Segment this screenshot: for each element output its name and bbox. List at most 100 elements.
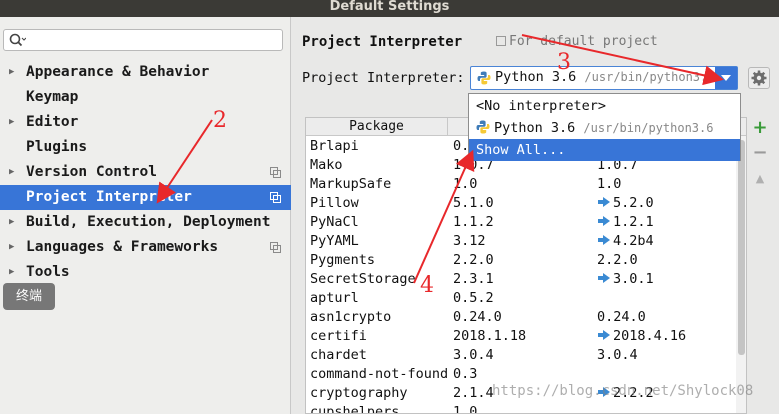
table-row[interactable]: Pygments 2.2.0 2.2.0	[306, 251, 736, 270]
package-name: apturl	[310, 289, 359, 308]
chevron-right-icon[interactable]: ▶	[9, 160, 14, 185]
package-version: 1.0	[453, 175, 477, 194]
sidebar-item-build-execution-deployment[interactable]: ▶ Build, Execution, Deployment	[0, 210, 291, 235]
upgrade-arrow-icon	[598, 273, 610, 283]
package-name-text: Mako	[310, 157, 343, 173]
chevron-right-icon[interactable]: ▶	[9, 210, 14, 235]
sidebar-item-languages-frameworks[interactable]: ▶ Languages & Frameworks	[0, 235, 291, 260]
sidebar-item-tools[interactable]: ▶ Tools	[0, 260, 291, 285]
interpreter-path: /usr/bin/python3.6	[584, 70, 715, 84]
sidebar-item-editor[interactable]: ▶ Editor	[0, 110, 291, 135]
gear-icon	[751, 70, 767, 86]
package-version: 1.0	[453, 403, 477, 413]
package-latest-text: 1.2.1	[613, 214, 654, 230]
sidebar-item-version-control[interactable]: ▶ Version Control	[0, 160, 291, 185]
table-row[interactable]: PyNaCl 1.1.2 1.2.1	[306, 213, 736, 232]
table-scrollbar[interactable]	[736, 136, 746, 413]
package-name: chardet	[310, 346, 367, 365]
sidebar-item-keymap[interactable]: Keymap	[0, 85, 291, 110]
interpreter-settings-button[interactable]	[748, 67, 770, 89]
package-version: 0.24.0	[453, 308, 502, 327]
option-path: /usr/bin/python3.6	[583, 121, 714, 135]
search-input[interactable]	[28, 31, 278, 49]
package-name: cupshelpers	[310, 403, 399, 413]
upgrade-package-button[interactable]: ▲	[752, 171, 768, 187]
package-latest: 3.0.1	[597, 270, 654, 289]
package-version: 2018.1.18	[453, 327, 526, 346]
package-version-text: 2018.1.18	[453, 328, 527, 344]
chevron-right-icon[interactable]: ▶	[9, 110, 14, 135]
default-project-label: For default project	[509, 34, 658, 49]
package-name: PyNaCl	[310, 213, 359, 232]
table-row[interactable]: certifi 2018.1.18 2018.4.16	[306, 327, 736, 346]
popup-option-python[interactable]: Python 3.6 /usr/bin/python3.6	[469, 117, 740, 139]
popup-option-no-interpreter[interactable]: <No interpreter>	[469, 95, 740, 117]
option-label: Show All...	[476, 142, 566, 158]
option-label: Python 3.6	[494, 120, 576, 136]
settings-search[interactable]	[3, 29, 283, 51]
package-name-text: certifi	[310, 328, 367, 344]
table-row[interactable]: cupshelpers 1.0	[306, 403, 736, 413]
package-version-text: 0.24.0	[453, 309, 502, 325]
table-row[interactable]: Pillow 5.1.0 5.2.0	[306, 194, 736, 213]
table-row[interactable]: chardet 3.0.4 3.0.4	[306, 346, 736, 365]
add-package-button[interactable]: +	[752, 119, 768, 137]
package-name-text: PyNaCl	[310, 214, 359, 230]
package-latest: 4.2b4	[597, 232, 654, 251]
chevron-right-icon[interactable]: ▶	[9, 60, 14, 85]
package-version-text: 0.5.2	[453, 290, 494, 306]
remove-package-button[interactable]: −	[752, 144, 768, 162]
table-row[interactable]: PyYAML 3.12 4.2b4	[306, 232, 736, 251]
package-name-text: chardet	[310, 347, 367, 363]
package-name: Brlapi	[310, 137, 359, 156]
sidebar-item-appearance-behavior[interactable]: ▶ Appearance & Behavior	[0, 60, 291, 85]
package-name: PyYAML	[310, 232, 359, 251]
package-latest-text: 4.2b4	[613, 233, 654, 249]
table-row[interactable]: asn1crypto 0.24.0 0.24.0	[306, 308, 736, 327]
sidebar-item-label: Appearance & Behavior	[26, 64, 210, 80]
default-project-icon	[496, 36, 506, 46]
package-name: command-not-found	[310, 365, 448, 384]
table-row[interactable]: SecretStorage 2.3.1 3.0.1	[306, 270, 736, 289]
package-name: Pygments	[310, 251, 375, 270]
package-name-text: PyYAML	[310, 233, 359, 249]
sidebar-item-plugins[interactable]: Plugins	[0, 135, 291, 160]
package-latest-text: 5.2.0	[613, 195, 654, 211]
package-name-text: apturl	[310, 290, 359, 306]
package-name: asn1crypto	[310, 308, 391, 327]
interpreter-popup[interactable]: <No interpreter> Python 3.6 /usr/bin/pyt…	[468, 93, 741, 161]
package-name-text: SecretStorage	[310, 271, 416, 287]
package-name: MarkupSafe	[310, 175, 391, 194]
package-latest-text: 3.0.4	[597, 347, 638, 363]
packages-table[interactable]: Package Brlapi 0. Mako 1.0.7 1.0.7 MarkupSafe…	[305, 117, 747, 414]
package-name-text: cryptography	[310, 385, 408, 401]
upgrade-arrow-icon	[598, 216, 610, 226]
package-latest: 0.24.0	[597, 308, 646, 327]
sidebar-item-project-interpreter[interactable]: Project Interpreter	[0, 185, 291, 210]
chevron-right-icon[interactable]: ▶	[9, 235, 14, 260]
package-latest-text: 1.0	[597, 176, 622, 192]
package-version-text: 3.12	[453, 233, 486, 249]
upgrade-arrow-icon	[598, 235, 610, 245]
sidebar-item-label: Build, Execution, Deployment	[26, 214, 271, 230]
project-scope-icon	[270, 192, 281, 203]
table-row[interactable]: apturl 0.5.2	[306, 289, 736, 308]
project-scope-icon	[270, 242, 281, 253]
package-name-text: Pillow	[310, 195, 359, 211]
sidebar-item-label: Project Interpreter	[26, 189, 192, 205]
popup-option-show-all[interactable]: Show All...	[469, 139, 740, 161]
scrollbar-thumb[interactable]	[738, 140, 745, 355]
column-header-package[interactable]: Package	[306, 118, 448, 136]
chevron-down-icon	[721, 75, 731, 81]
chevron-right-icon[interactable]: ▶	[9, 260, 14, 285]
dropdown-button[interactable]	[715, 67, 737, 89]
interpreter-combobox[interactable]: Python 3.6 /usr/bin/python3.6	[470, 66, 738, 90]
search-icon[interactable]	[8, 32, 26, 48]
table-row[interactable]: command-not-found 0.3	[306, 365, 736, 384]
table-row[interactable]: MarkupSafe 1.0 1.0	[306, 175, 736, 194]
sidebar-item-label: Version Control	[26, 164, 157, 180]
package-version-text: 0.	[453, 138, 470, 154]
package-latest-text: 2018.4.16	[613, 328, 687, 344]
package-version-text: 2.3.1	[453, 271, 494, 287]
package-version-text: 2.1.4	[453, 385, 494, 401]
